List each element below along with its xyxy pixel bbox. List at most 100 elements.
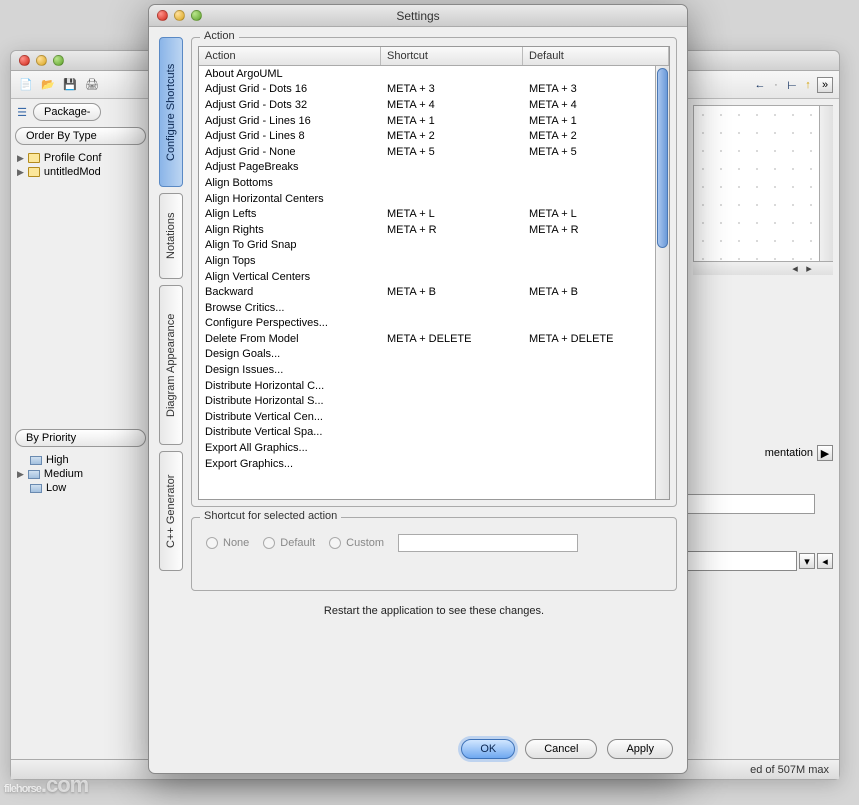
cell-default: META + 2 [529, 130, 663, 142]
table-row[interactable]: BackwardMETA + BMETA + B [199, 284, 669, 300]
radio-none[interactable]: None [206, 537, 249, 549]
col-shortcut[interactable]: Shortcut [381, 47, 523, 65]
settings-dialog: Settings Configure Shortcuts Notations D… [148, 4, 688, 774]
table-row[interactable]: Distribute Horizontal C... [199, 378, 669, 394]
priority-medium[interactable]: ▶Medium [15, 467, 146, 481]
cell-shortcut: META + 2 [387, 130, 529, 142]
cancel-button[interactable]: Cancel [525, 739, 597, 759]
table-body[interactable]: About ArgoUML Adjust Grid - Dots 16META +… [199, 66, 669, 499]
table-row[interactable]: Browse Critics... [199, 300, 669, 316]
table-row[interactable]: Configure Perspectives... [199, 316, 669, 332]
cell-action: Adjust PageBreaks [205, 161, 387, 173]
zoom-icon[interactable] [191, 10, 202, 21]
watermark: filehorse.com [4, 767, 88, 799]
arrow-left-icon[interactable]: ← [753, 78, 767, 92]
by-priority-button[interactable]: By Priority [15, 429, 146, 447]
table-row[interactable]: Delete From ModelMETA + DELETEMETA + DEL… [199, 331, 669, 347]
folder-icon [28, 153, 40, 163]
priority-low[interactable]: Low [15, 481, 146, 495]
ok-button[interactable]: OK [461, 739, 515, 759]
priority-high[interactable]: High [15, 453, 146, 467]
text-field[interactable] [675, 494, 815, 514]
table-row[interactable]: Design Goals... [199, 347, 669, 363]
print-icon[interactable]: 🖨 [83, 76, 101, 94]
cell-default: META + 5 [529, 146, 663, 158]
scrollbar-thumb[interactable] [657, 68, 668, 248]
table-row[interactable]: About ArgoUML [199, 66, 669, 82]
tab-diagram-appearance[interactable]: Diagram Appearance [159, 285, 183, 445]
table-row[interactable]: Export Graphics... [199, 456, 669, 472]
table-row[interactable]: Distribute Horizontal S... [199, 393, 669, 409]
vertical-scrollbar[interactable] [819, 106, 833, 274]
table-row[interactable]: Align Horizontal Centers [199, 191, 669, 207]
table-row[interactable]: Adjust Grid - Dots 16META + 3META + 3 [199, 82, 669, 98]
cell-action: Configure Perspectives... [205, 317, 387, 329]
zoom-icon[interactable] [53, 55, 64, 66]
cell-shortcut: META + 1 [387, 115, 529, 127]
col-default[interactable]: Default [523, 47, 669, 65]
diagram-canvas[interactable]: ◂ ▸ [693, 105, 833, 275]
cell-action: About ArgoUML [205, 68, 387, 80]
cell-shortcut: META + 3 [387, 83, 529, 95]
combo-dropdown-icon[interactable]: ▾ [799, 553, 815, 569]
order-by-type-button[interactable]: Order By Type [15, 127, 146, 145]
table-row[interactable]: Align Tops [199, 253, 669, 269]
table-row[interactable]: Adjust Grid - NoneMETA + 5META + 5 [199, 144, 669, 160]
close-icon[interactable] [19, 55, 30, 66]
cell-shortcut: META + 5 [387, 146, 529, 158]
package-button[interactable]: Package- [33, 103, 101, 121]
connector-icon[interactable]: ⊢ [785, 78, 799, 92]
table-row[interactable]: Adjust Grid - Lines 8META + 2META + 2 [199, 128, 669, 144]
tab-documentation[interactable]: mentation [765, 447, 813, 459]
horizontal-scrollbar[interactable]: ◂ ▸ [693, 261, 833, 275]
table-row[interactable]: Design Issues... [199, 362, 669, 378]
cell-default: META + 1 [529, 115, 663, 127]
table-row[interactable]: Adjust Grid - Dots 32META + 4META + 4 [199, 97, 669, 113]
table-scrollbar[interactable] [655, 66, 669, 499]
close-icon[interactable] [157, 10, 168, 21]
new-icon[interactable]: 📄 [17, 76, 35, 94]
table-row[interactable]: Align To Grid Snap [199, 238, 669, 254]
table-row[interactable]: Align LeftsMETA + LMETA + L [199, 206, 669, 222]
radio-custom[interactable]: Custom [329, 537, 384, 549]
minimize-icon[interactable] [174, 10, 185, 21]
table-row[interactable]: Distribute Vertical Cen... [199, 409, 669, 425]
settings-tabs: Configure Shortcuts Notations Diagram Ap… [159, 37, 183, 729]
table-row[interactable]: Adjust Grid - Lines 16META + 1META + 1 [199, 113, 669, 129]
cell-action: Design Goals... [205, 348, 387, 360]
table-row[interactable]: Align Vertical Centers [199, 269, 669, 285]
custom-shortcut-input[interactable] [398, 534, 578, 552]
cell-action: Align Rights [205, 224, 387, 236]
save-icon[interactable]: 💾 [61, 76, 79, 94]
collapse-button[interactable]: ◂ [817, 553, 833, 569]
priority-label: High [46, 454, 69, 466]
next-tab-button[interactable]: ▶ [817, 445, 833, 461]
tree-item-profile[interactable]: ▶Profile Conf [15, 151, 146, 165]
tree-item-label: Profile Conf [44, 152, 101, 164]
table-row[interactable]: Align Bottoms [199, 175, 669, 191]
arrow-up-icon[interactable]: ↑ [801, 78, 815, 92]
expand-tools-button[interactable]: » [817, 77, 833, 93]
apply-button[interactable]: Apply [607, 739, 673, 759]
tab-cpp-generator[interactable]: C++ Generator [159, 451, 183, 571]
tab-configure-shortcuts[interactable]: Configure Shortcuts [159, 37, 183, 187]
priority-icon [28, 470, 40, 479]
scroll-left-icon[interactable]: ◂ [789, 263, 801, 275]
table-row[interactable]: Align RightsMETA + RMETA + R [199, 222, 669, 238]
tab-notations[interactable]: Notations [159, 193, 183, 279]
priority-icon [30, 484, 42, 493]
table-row[interactable]: Export All Graphics... [199, 440, 669, 456]
radio-default[interactable]: Default [263, 537, 315, 549]
priority-label: Low [46, 482, 66, 494]
cell-action: Align Lefts [205, 208, 387, 220]
shortcut-fieldset: Shortcut for selected action None Defaul… [191, 517, 677, 591]
table-row[interactable]: Distribute Vertical Spa... [199, 425, 669, 441]
folder-icon [28, 167, 40, 177]
scroll-right-icon[interactable]: ▸ [803, 263, 815, 275]
minimize-icon[interactable] [36, 55, 47, 66]
col-action[interactable]: Action [199, 47, 381, 65]
tree-item-model[interactable]: ▶untitledMod [15, 165, 146, 179]
table-row[interactable]: Adjust PageBreaks [199, 160, 669, 176]
cell-action: Adjust Grid - None [205, 146, 387, 158]
open-icon[interactable]: 📂 [39, 76, 57, 94]
